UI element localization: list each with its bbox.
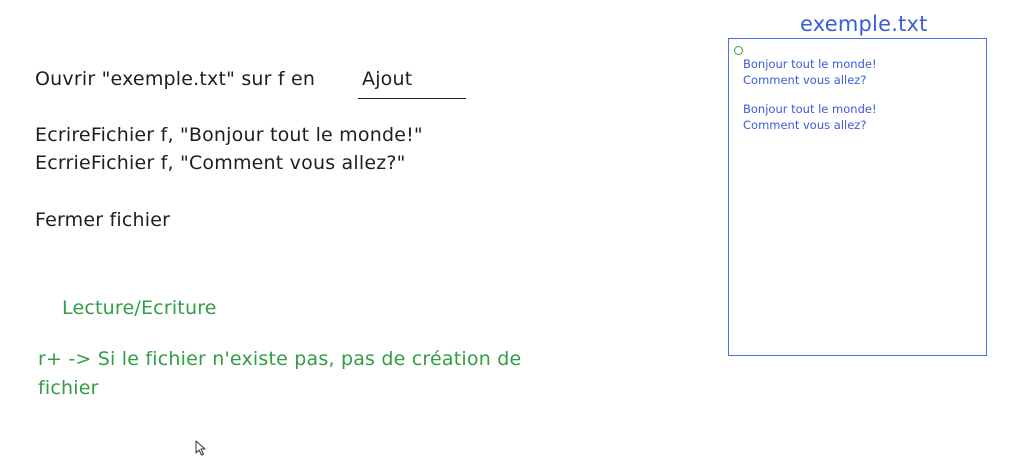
whiteboard-canvas[interactable]: Ouvrir "exemple.txt" sur f en Ajout Ecri…	[0, 0, 1009, 471]
mode-underline	[358, 98, 466, 99]
code-line-open: Ouvrir "exemple.txt" sur f en	[35, 68, 316, 90]
note-line-2: fichier	[38, 377, 99, 399]
file-line: Bonjour tout le monde!	[743, 57, 877, 71]
note-line-1: r+ -> Si le fichier n'existe pas, pas de…	[38, 348, 522, 370]
code-line-write2: EcrrieFichier f, "Comment vous allez?"	[35, 152, 406, 174]
code-line-write1: EcrireFichier f, "Bonjour tout le monde!…	[35, 124, 423, 146]
file-line: Comment vous allez?	[743, 118, 867, 132]
file-title: exemple.txt	[800, 12, 928, 36]
file-line: Bonjour tout le monde!	[743, 102, 877, 116]
code-line-close: Fermer fichier	[35, 209, 171, 231]
circle-icon	[734, 46, 743, 55]
file-line: Comment vous allez?	[743, 73, 867, 87]
code-line-open-mode: Ajout	[362, 68, 413, 90]
mouse-pointer-icon	[195, 440, 206, 456]
note-heading: Lecture/Ecriture	[62, 297, 217, 319]
